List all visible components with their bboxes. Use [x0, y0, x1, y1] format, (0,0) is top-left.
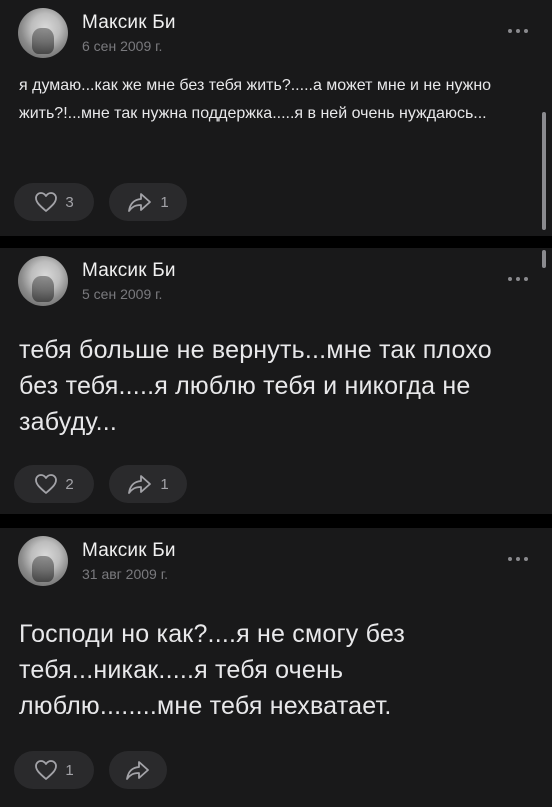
- like-count: 1: [65, 761, 74, 779]
- like-count: 3: [65, 193, 74, 211]
- post-actions: 2 1: [14, 465, 214, 505]
- share-button[interactable]: 1: [109, 465, 187, 503]
- heart-icon: [35, 760, 58, 780]
- post-card: Максик Би 6 сен 2009 г. я думаю...как же…: [0, 0, 552, 236]
- post-date[interactable]: 31 авг 2009 г.: [82, 566, 168, 582]
- post-text: Господи но как?....я не смогу без тебя..…: [19, 620, 406, 720]
- post-actions: 1: [14, 751, 214, 791]
- avatar[interactable]: [18, 536, 68, 586]
- post-header: Максик Би 31 авг 2009 г.: [18, 536, 534, 586]
- post-header: Максик Би 6 сен 2009 г.: [18, 8, 534, 58]
- like-count: 2: [65, 475, 74, 493]
- share-button[interactable]: 1: [109, 183, 187, 221]
- author-name[interactable]: Максик Би: [82, 12, 176, 34]
- author-name[interactable]: Максик Би: [82, 260, 176, 282]
- author-name[interactable]: Максик Би: [82, 540, 176, 562]
- feed: Максик Би 6 сен 2009 г. я думаю...как же…: [0, 0, 552, 807]
- share-count: 1: [160, 475, 169, 493]
- post-card: Максик Би 5 сен 2009 г. тебя больше не в…: [0, 248, 552, 514]
- post-actions: 3 1: [14, 183, 214, 223]
- post-text: тебя больше не вернуть...мне так плохо б…: [19, 336, 492, 436]
- post-date[interactable]: 6 сен 2009 г.: [82, 38, 162, 54]
- avatar[interactable]: [18, 8, 68, 58]
- like-button[interactable]: 1: [14, 751, 94, 789]
- share-button[interactable]: [109, 751, 167, 789]
- heart-icon: [35, 474, 58, 494]
- scrollbar[interactable]: [542, 112, 546, 230]
- share-arrow-icon: [128, 193, 152, 212]
- like-button[interactable]: 2: [14, 465, 94, 503]
- heart-icon: [35, 192, 58, 212]
- more-dots-icon[interactable]: [506, 274, 530, 284]
- post-card: Максик Би 31 авг 2009 г. Господи но как?…: [0, 528, 552, 807]
- like-button[interactable]: 3: [14, 183, 94, 221]
- share-count: 1: [160, 193, 169, 211]
- more-dots-icon[interactable]: [506, 26, 530, 36]
- share-arrow-icon: [128, 475, 152, 494]
- share-arrow-icon: [126, 761, 149, 780]
- post-date[interactable]: 5 сен 2009 г.: [82, 286, 162, 302]
- scrollbar[interactable]: [542, 250, 546, 268]
- avatar[interactable]: [18, 256, 68, 306]
- more-dots-icon[interactable]: [506, 554, 530, 564]
- post-header: Максик Би 5 сен 2009 г.: [18, 256, 534, 306]
- post-text: я думаю...как же мне без тебя жить?.....…: [19, 77, 492, 122]
